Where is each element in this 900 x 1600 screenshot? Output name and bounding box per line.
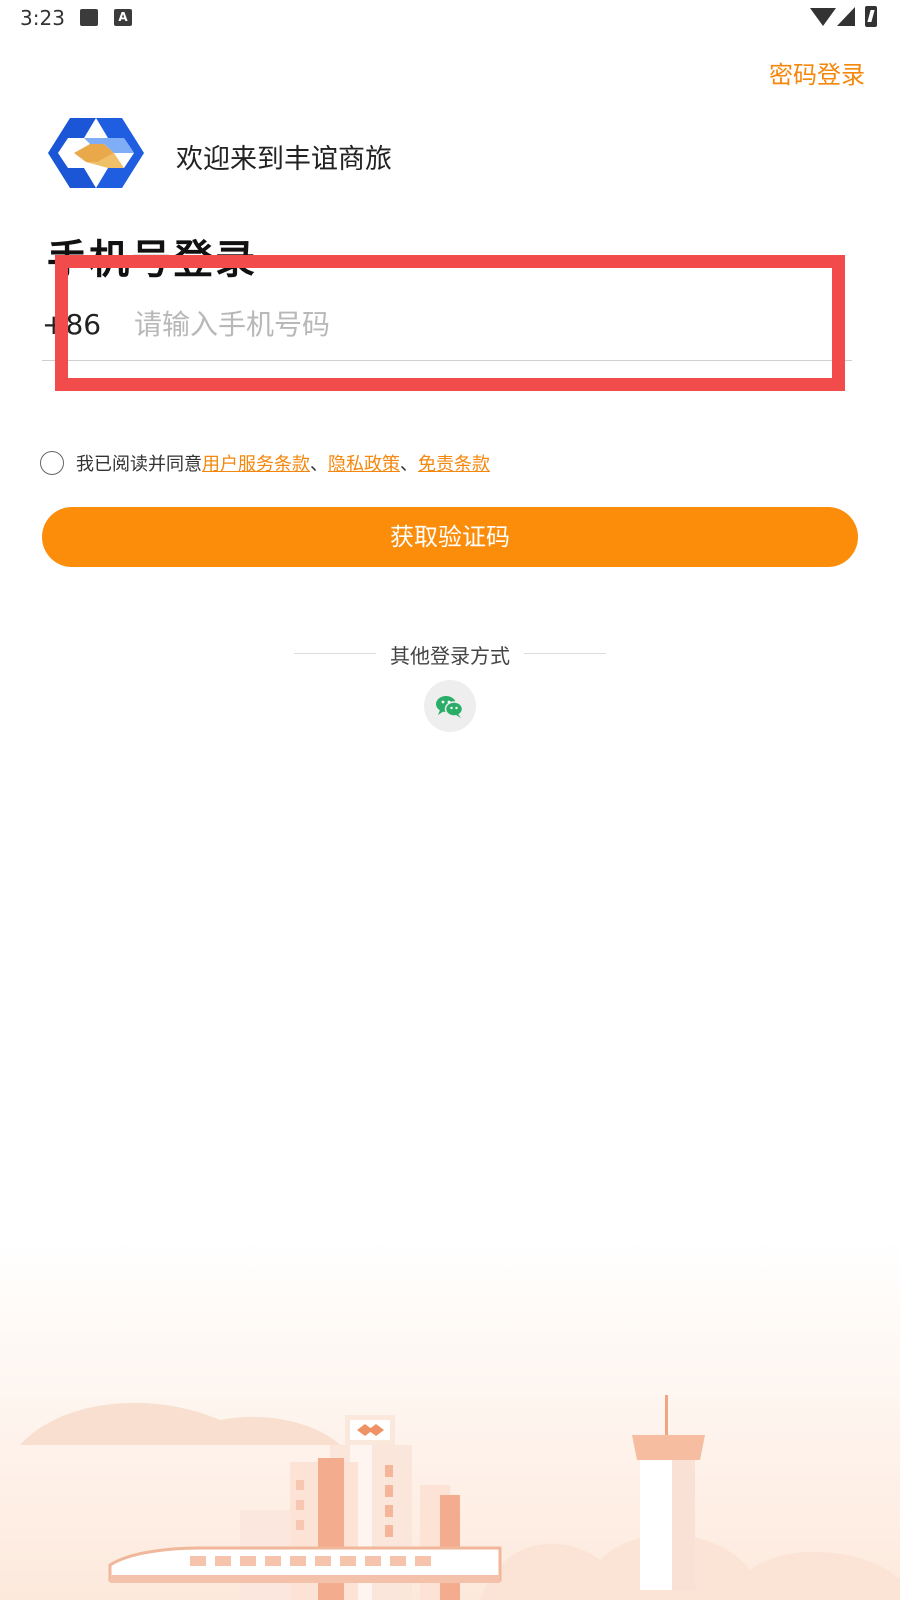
other-login-label: 其他登录方式 (390, 644, 510, 668)
phone-input-row: +86 (42, 288, 852, 362)
wifi-icon (810, 8, 836, 26)
wechat-login-button[interactable] (424, 680, 476, 732)
wechat-icon (436, 696, 464, 718)
battery-icon (865, 6, 877, 27)
get-code-button[interactable]: 获取验证码 (42, 507, 858, 567)
divider-line-left (294, 653, 376, 654)
signal-icon (837, 7, 855, 26)
agreement-checkbox[interactable] (40, 451, 64, 475)
tower-antenna (665, 1395, 668, 1435)
agreement-prefix: 我已阅读并同意 (76, 454, 202, 475)
page-title: 手机号登录 (47, 237, 257, 283)
login-screen: 3:23 A 密码登录 欢迎来到丰谊商旅 手机号登录 +86 我已阅读并同意 用… (0, 0, 900, 1600)
agreement-row: 我已阅读并同意 用户服务条款 、 隐私政策 、 免责条款 (40, 450, 490, 476)
agreement-separator-1: 、 (310, 454, 328, 475)
status-time: 3:23 (20, 6, 65, 30)
agreement-separator-2: 、 (400, 454, 418, 475)
input-underline (42, 360, 852, 361)
country-code[interactable]: +86 (42, 308, 101, 341)
welcome-text: 欢迎来到丰谊商旅 (176, 144, 392, 175)
app-logo (48, 118, 144, 188)
terms-link[interactable]: 用户服务条款 (202, 450, 310, 476)
privacy-link[interactable]: 隐私政策 (328, 450, 400, 476)
disclaimer-link[interactable]: 免责条款 (418, 450, 490, 476)
control-tower-cabin (632, 1435, 705, 1460)
divider-line-right (524, 653, 606, 654)
status-bar: 3:23 A (0, 0, 900, 38)
password-login-link[interactable]: 密码登录 (769, 55, 865, 90)
a-notification-icon: A (114, 9, 132, 26)
city-illustration (0, 1240, 900, 1600)
image-notification-icon (80, 9, 98, 26)
phone-number-input[interactable] (134, 302, 834, 346)
other-login-divider: 其他登录方式 (294, 640, 606, 670)
